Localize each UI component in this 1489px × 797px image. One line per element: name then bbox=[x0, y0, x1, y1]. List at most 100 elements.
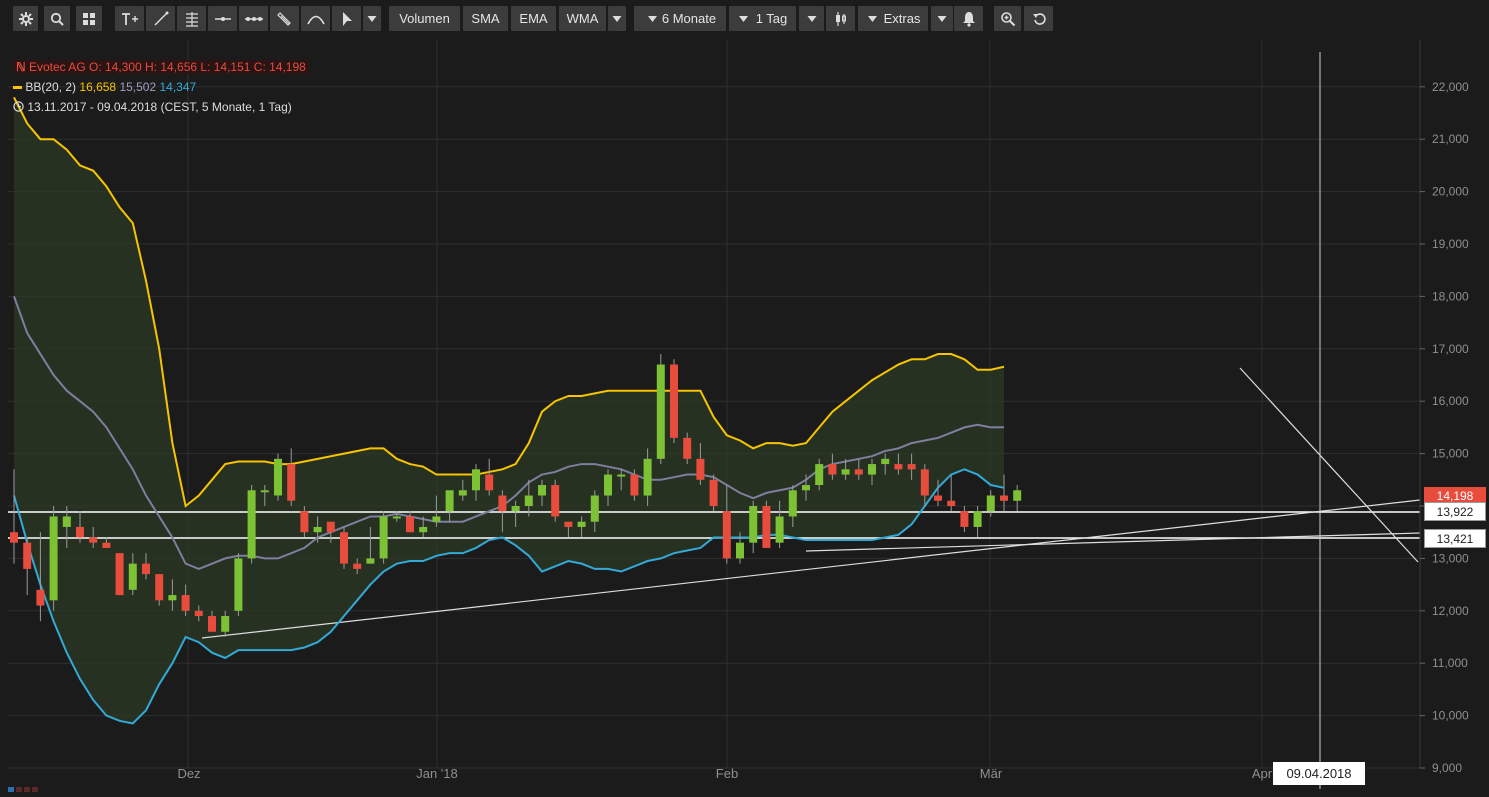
candle-down bbox=[670, 364, 678, 438]
candle-up bbox=[511, 506, 520, 512]
candle-up bbox=[49, 516, 58, 601]
candle-up bbox=[881, 458, 890, 465]
candle-up bbox=[524, 495, 533, 506]
candle-down bbox=[709, 479, 718, 506]
ohlc-values: Evotec AG O: 14,300 H: 14,656 L: 14,151 … bbox=[28, 60, 306, 74]
candle-up bbox=[392, 516, 401, 519]
candle-up bbox=[656, 364, 665, 459]
candle-down bbox=[498, 495, 507, 512]
y-axis-tick-label: 15,000 bbox=[1432, 447, 1469, 461]
date-range-text: 13.11.2017 - 09.04.2018 (CEST, 5 Monate,… bbox=[27, 100, 292, 114]
candle-down bbox=[23, 542, 32, 569]
candle-up bbox=[247, 490, 256, 559]
y-axis-tick-label: 13,000 bbox=[1432, 551, 1469, 565]
clock-icon bbox=[13, 101, 24, 112]
y-axis-tick-label: 21,000 bbox=[1432, 132, 1469, 146]
candle-up bbox=[234, 558, 243, 611]
candle-up bbox=[841, 469, 850, 475]
candle-down bbox=[326, 521, 335, 533]
y-axis-tick-label: 12,000 bbox=[1432, 604, 1469, 618]
candle-up bbox=[736, 542, 744, 559]
candle-down bbox=[907, 464, 916, 470]
candle-down bbox=[485, 474, 494, 491]
bollinger-lower-value: 14,347 bbox=[159, 80, 197, 94]
candle-up bbox=[986, 495, 995, 512]
y-axis-tick-label: 18,000 bbox=[1432, 289, 1469, 303]
candle-up bbox=[419, 526, 428, 533]
candle-up bbox=[749, 506, 758, 543]
candle-icon: ℕ bbox=[16, 60, 26, 74]
candle-down bbox=[115, 553, 124, 596]
candle-up bbox=[445, 490, 454, 512]
candle-up bbox=[168, 595, 177, 601]
candle-up bbox=[868, 464, 876, 475]
bollinger-mid-value: 15,502 bbox=[119, 80, 157, 94]
candle-down bbox=[854, 469, 863, 475]
y-axis-tick-label: 20,000 bbox=[1432, 185, 1469, 199]
candle-down bbox=[36, 589, 45, 606]
candle-up bbox=[538, 485, 546, 496]
candle-down bbox=[762, 506, 771, 548]
candle-up bbox=[788, 490, 797, 517]
candle-up bbox=[432, 516, 441, 522]
candle-down bbox=[181, 595, 190, 611]
legend-ohlc: ℕ Evotec AG O: 14,300 H: 14,656 L: 14,15… bbox=[13, 60, 309, 74]
watermark-logo bbox=[8, 779, 44, 792]
candle-up bbox=[128, 563, 137, 590]
candle-down bbox=[353, 563, 362, 569]
candle-up bbox=[775, 516, 784, 543]
candle-down bbox=[406, 516, 414, 533]
y-axis-tick-label: 19,000 bbox=[1432, 237, 1469, 251]
x-axis-tick-label: Jan '18 bbox=[416, 766, 458, 781]
candle-up bbox=[366, 558, 375, 564]
candle-up bbox=[62, 516, 71, 527]
price-chart[interactable]: 9,00010,00011,00012,00013,00014,00015,00… bbox=[0, 0, 1489, 789]
y-axis-tick-label: 16,000 bbox=[1432, 394, 1469, 408]
candle-up bbox=[313, 526, 322, 533]
y-axis-tick-label: 10,000 bbox=[1432, 709, 1469, 723]
horizontal-line-label-2: 13,421 bbox=[1424, 529, 1486, 548]
candle-down bbox=[696, 458, 705, 480]
x-axis-tick-label: Feb bbox=[716, 766, 738, 781]
candle-down bbox=[630, 474, 639, 496]
candle-down bbox=[894, 464, 903, 470]
candle-up bbox=[472, 469, 480, 491]
candle-down bbox=[340, 532, 348, 564]
candle-down bbox=[960, 511, 969, 527]
candle-up bbox=[274, 458, 282, 496]
x-axis-tick-label: Apr bbox=[1252, 766, 1273, 781]
candle-up bbox=[815, 464, 824, 486]
candle-down bbox=[10, 532, 18, 543]
candle-down bbox=[934, 495, 942, 501]
candle-down bbox=[722, 511, 731, 559]
candle-up bbox=[1013, 490, 1022, 501]
candle-down bbox=[287, 464, 296, 501]
candle-down bbox=[564, 521, 573, 527]
candle-up bbox=[458, 490, 467, 496]
legend-bollinger: BB(20, 2) 16,658 15,502 14,347 bbox=[13, 80, 196, 94]
candle-down bbox=[1000, 495, 1008, 501]
y-axis-tick-label: 17,000 bbox=[1432, 342, 1469, 356]
candle-up bbox=[604, 474, 612, 496]
candle-down bbox=[208, 616, 216, 632]
horizontal-line-label-1: 13,922 bbox=[1424, 502, 1486, 521]
candle-down bbox=[683, 437, 692, 459]
candle-up bbox=[260, 490, 269, 493]
x-axis-tick-label: Mär bbox=[980, 766, 1003, 781]
crosshair-date-label: 09.04.2018 bbox=[1273, 762, 1365, 785]
x-axis-tick-label: Dez bbox=[177, 766, 200, 781]
candle-up bbox=[379, 516, 388, 559]
candle-down bbox=[155, 574, 164, 601]
y-axis-tick-label: 22,000 bbox=[1432, 80, 1469, 94]
candle-up bbox=[643, 458, 652, 496]
bollinger-name: BB(20, 2) bbox=[25, 80, 77, 94]
candle-up bbox=[973, 511, 982, 527]
candle-down bbox=[76, 526, 84, 538]
bollinger-swatch bbox=[13, 86, 22, 90]
candle-up bbox=[802, 485, 810, 491]
candle-up bbox=[221, 616, 230, 632]
candle-down bbox=[102, 542, 111, 548]
candle-down bbox=[920, 469, 929, 496]
candle-down bbox=[551, 485, 560, 517]
candle-up bbox=[617, 474, 626, 477]
